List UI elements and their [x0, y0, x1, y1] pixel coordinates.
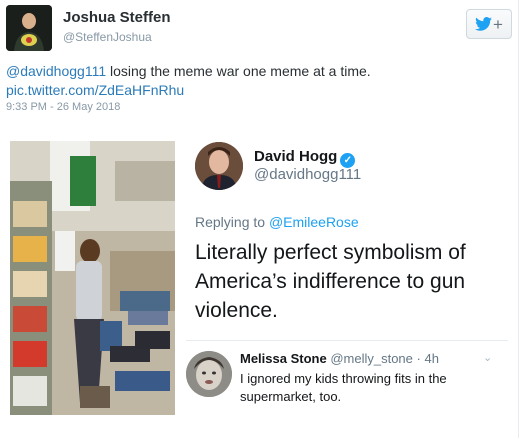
- reply-author-handle: @melly_stone: [330, 351, 413, 366]
- supermarket-photo: [10, 141, 175, 415]
- replying-to: Replying to @EmileeRose: [195, 214, 359, 230]
- embedded-author-avatar: [195, 142, 243, 190]
- replying-to-prefix: Replying to: [195, 214, 269, 230]
- follow-button[interactable]: +: [466, 9, 512, 39]
- tweet-media[interactable]: David Hogg ✓ @davidhogg111 Replying to @E…: [10, 135, 508, 415]
- embedded-avatar-image: [195, 142, 243, 190]
- chevron-down-icon: ⌄: [483, 352, 493, 364]
- pic-link[interactable]: pic.twitter.com/ZdEaHFnRhu: [6, 82, 184, 98]
- embedded-author-handle: @davidhogg111: [254, 166, 362, 183]
- author-handle[interactable]: @SteffenJoshua: [63, 30, 152, 44]
- embedded-body: Literally perfect symbolism of America’s…: [195, 241, 466, 322]
- mention-link[interactable]: @davidhogg111: [6, 63, 106, 79]
- avatar-image: [6, 5, 52, 51]
- reply-author-avatar: [186, 351, 232, 397]
- twitter-bird-icon: [475, 17, 492, 31]
- supermarket-scene: [10, 141, 175, 415]
- reply-author-name: Melissa Stone: [240, 351, 327, 366]
- tweet-timestamp[interactable]: 9:33 PM - 26 May 2018: [6, 101, 120, 113]
- embedded-author-name: David Hogg ✓: [254, 148, 356, 168]
- embedded-author-name-text: David Hogg: [254, 148, 338, 165]
- reply-header: Melissa Stone @melly_stone · 4h: [240, 351, 439, 366]
- tweet-text: @davidhogg111 losing the meme war one me…: [6, 62, 506, 100]
- replying-to-handle: @EmileeRose: [268, 214, 359, 230]
- reply-avatar-image: [186, 351, 232, 397]
- divider: [186, 340, 508, 341]
- follow-plus-icon: +: [493, 14, 503, 34]
- reply-age: · 4h: [412, 351, 439, 366]
- author-avatar[interactable]: [6, 5, 52, 51]
- tweet-text-body: losing the meme war one meme at a time.: [106, 63, 371, 79]
- reply-body: I ignored my kids throwing fits in the s…: [240, 371, 447, 404]
- tweet-card: Joshua Steffen @SteffenJoshua + @davidho…: [0, 0, 519, 438]
- author-name[interactable]: Joshua Steffen: [63, 9, 171, 26]
